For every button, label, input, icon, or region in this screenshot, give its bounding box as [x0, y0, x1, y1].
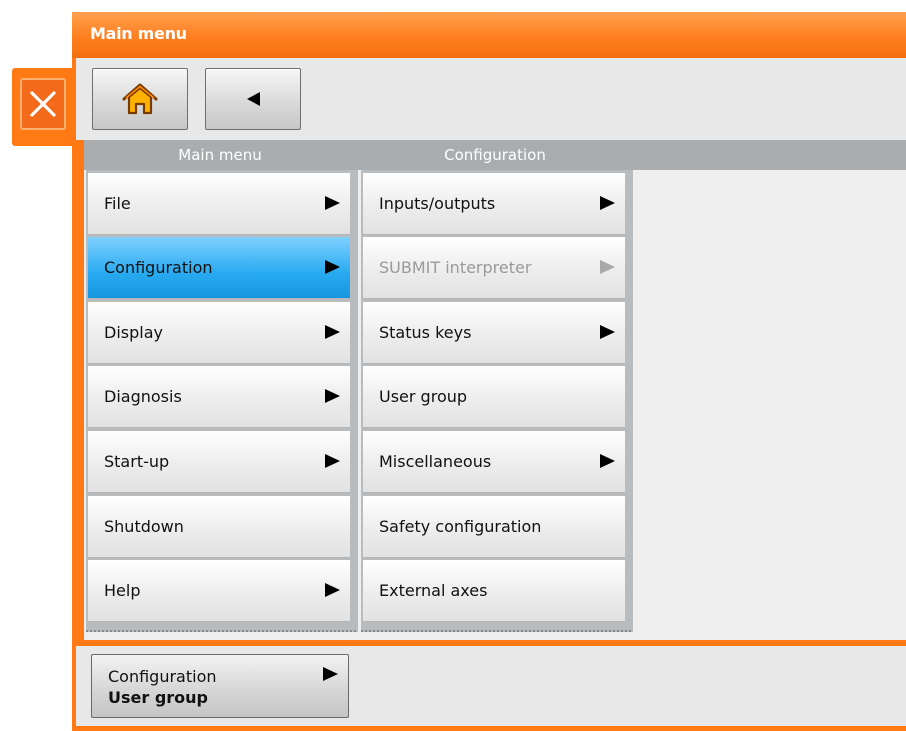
submenu-arrow-icon	[600, 454, 615, 468]
menu-item-label: External axes	[379, 581, 488, 600]
menu-item-start-up[interactable]: Start-up	[88, 431, 350, 493]
breadcrumb-parent: Configuration	[108, 667, 217, 686]
menu-item-display[interactable]: Display	[88, 302, 350, 364]
breadcrumb-button[interactable]: Configuration User group	[91, 654, 349, 718]
menu-item-diagnosis[interactable]: Diagnosis	[88, 366, 350, 428]
window-title: Main menu	[90, 24, 187, 43]
submenu-arrow-icon	[600, 325, 615, 339]
submenu-arrow-icon	[325, 260, 340, 274]
close-icon	[30, 91, 56, 117]
menu-item-label: Shutdown	[104, 517, 184, 536]
column-scroll-divider	[86, 630, 356, 636]
menu-item-label: Status keys	[379, 323, 472, 342]
menu-item-user-group[interactable]: User group	[363, 366, 625, 428]
menu-item-label: Diagnosis	[104, 387, 182, 406]
submenu-arrow-icon	[600, 260, 615, 274]
menu-item-label: Safety configuration	[379, 517, 542, 536]
column-scroll-divider	[361, 630, 631, 636]
main-menu-column-header: Main menu	[178, 146, 262, 164]
menu-item-label: Start-up	[104, 452, 170, 471]
home-button[interactable]	[92, 68, 188, 130]
submenu-arrow-icon	[325, 325, 340, 339]
menu-item-status-keys[interactable]: Status keys	[363, 302, 625, 364]
breadcrumb-arrow-icon	[323, 667, 338, 681]
title-bar: Main menu	[72, 12, 906, 58]
home-icon	[122, 83, 158, 115]
submenu-arrow-icon	[325, 196, 340, 210]
main-menu-column: File Configuration Display Diagnosis Sta…	[86, 170, 358, 632]
menu-item-label: File	[104, 194, 131, 213]
menu-item-shutdown[interactable]: Shutdown	[88, 496, 350, 558]
close-button[interactable]	[20, 78, 66, 130]
submenu-arrow-icon	[325, 454, 340, 468]
breadcrumb-current: User group	[108, 688, 209, 707]
submenu-arrow-icon	[325, 389, 340, 403]
menu-item-external-axes[interactable]: External axes	[363, 560, 625, 622]
submenu-arrow-icon	[600, 196, 615, 210]
menu-item-label: Display	[104, 323, 163, 342]
menu-item-miscellaneous[interactable]: Miscellaneous	[363, 431, 625, 493]
back-arrow-icon	[247, 92, 260, 106]
menu-item-inputs-outputs[interactable]: Inputs/outputs	[363, 173, 625, 235]
menu-item-label: Inputs/outputs	[379, 194, 496, 213]
toolbar	[76, 58, 906, 140]
menu-item-label: Help	[104, 581, 141, 600]
menu-item-safety-configuration[interactable]: Safety configuration	[363, 496, 625, 558]
back-button[interactable]	[205, 68, 301, 130]
configuration-column: Inputs/outputs SUBMIT interpreter Status…	[361, 170, 633, 632]
menu-item-label: Miscellaneous	[379, 452, 492, 471]
menu-item-file[interactable]: File	[88, 173, 350, 235]
menu-item-configuration[interactable]: Configuration	[88, 237, 350, 299]
menu-item-help[interactable]: Help	[88, 560, 350, 622]
menu-item-submit-interpreter: SUBMIT interpreter	[363, 237, 625, 299]
menu-item-label: SUBMIT interpreter	[379, 258, 532, 277]
submenu-arrow-icon	[325, 583, 340, 597]
menu-item-label: User group	[379, 387, 468, 406]
menu-item-label: Configuration	[104, 258, 213, 277]
configuration-column-header: Configuration	[444, 146, 546, 164]
